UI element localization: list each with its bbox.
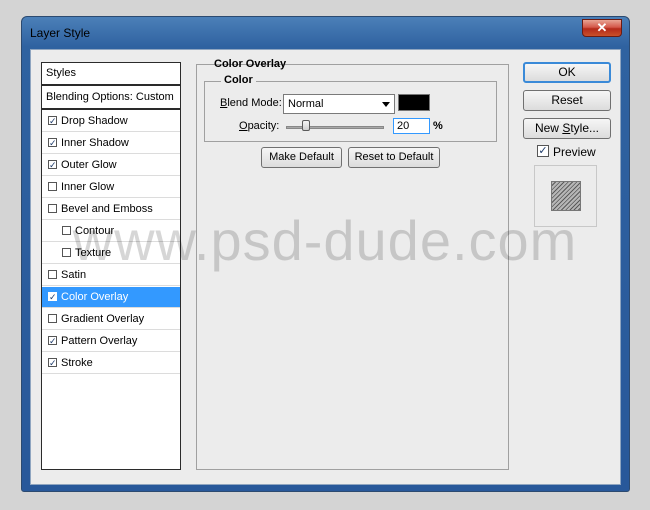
style-item-inner-glow[interactable]: Inner Glow: [42, 177, 180, 198]
style-item-label: Texture: [75, 247, 112, 259]
color-overlay-title: Color Overlay: [214, 58, 287, 70]
opacity-input[interactable]: 20: [393, 118, 430, 134]
style-item-label: Styles: [46, 67, 76, 79]
style-item-label: Stroke: [61, 357, 93, 369]
style-checkbox[interactable]: ✓: [48, 336, 57, 346]
opacity-label: Opacity:: [239, 120, 280, 132]
chevron-down-icon: [382, 102, 390, 107]
style-checkbox[interactable]: ✓: [48, 358, 57, 368]
style-item-contour[interactable]: Contour: [42, 221, 180, 242]
window-title: Layer Style: [30, 26, 91, 40]
style-item-stroke[interactable]: ✓ Stroke: [42, 353, 180, 374]
opacity-slider-thumb[interactable]: [302, 120, 310, 131]
style-checkbox[interactable]: ✓: [48, 160, 57, 170]
close-button[interactable]: ✕: [582, 19, 622, 37]
style-item-label: Outer Glow: [61, 159, 117, 171]
make-default-button[interactable]: Make Default: [261, 147, 342, 168]
style-item-drop-shadow[interactable]: ✓ Drop Shadow: [42, 111, 180, 132]
style-item-styles[interactable]: Styles: [42, 63, 180, 86]
style-checkbox[interactable]: ✓: [48, 116, 57, 126]
style-checkbox[interactable]: [48, 314, 57, 323]
style-item-inner-shadow[interactable]: ✓ Inner Shadow: [42, 133, 180, 154]
style-checkbox[interactable]: [62, 248, 71, 257]
style-item-color-overlay[interactable]: ✓ Color Overlay: [42, 287, 180, 308]
style-item-label: Bevel and Emboss: [61, 203, 153, 215]
style-item-label: Blending Options: Custom: [46, 91, 174, 103]
style-item-label: Gradient Overlay: [61, 313, 145, 325]
blend-mode-select[interactable]: Normal: [283, 94, 395, 114]
style-item-label: Inner Glow: [61, 181, 115, 193]
style-item-outer-glow[interactable]: ✓ Outer Glow: [42, 155, 180, 176]
style-item-satin[interactable]: Satin: [42, 265, 180, 286]
style-item-label: Color Overlay: [61, 291, 129, 303]
style-item-label: Satin: [61, 269, 87, 281]
opacity-slider-track[interactable]: [286, 126, 384, 129]
style-checkbox[interactable]: ✓: [48, 292, 57, 302]
style-checkbox[interactable]: [48, 270, 57, 279]
styles-list: Styles Blending Options: Custom ✓ Drop Shad…: [41, 62, 181, 470]
color-group-title: Color: [221, 74, 256, 86]
preview-label: Preview: [553, 145, 596, 159]
style-item-label: Pattern Overlay: [61, 335, 138, 347]
blend-mode-label: Blend Mode:: [220, 97, 282, 109]
title-bar: Layer Style ✕: [22, 17, 629, 49]
style-item-bevel-and-emboss[interactable]: Bevel and Emboss: [42, 199, 180, 220]
opacity-value: 20: [397, 120, 410, 132]
style-item-texture[interactable]: Texture: [42, 243, 180, 264]
style-item-label: Contour: [75, 225, 115, 237]
style-item-blending-options-custom[interactable]: Blending Options: Custom: [42, 87, 180, 110]
style-item-pattern-overlay[interactable]: ✓ Pattern Overlay: [42, 331, 180, 352]
style-preview: [534, 165, 597, 227]
ok-button[interactable]: OK: [523, 62, 611, 83]
style-checkbox[interactable]: ✓: [48, 138, 57, 148]
overlay-color-swatch[interactable]: [398, 94, 430, 111]
reset-button[interactable]: Reset: [523, 90, 611, 111]
preview-swatch: [551, 181, 581, 211]
style-checkbox[interactable]: [48, 182, 57, 191]
style-item-gradient-overlay[interactable]: Gradient Overlay: [42, 309, 180, 330]
new-style-button[interactable]: New Style...: [523, 118, 611, 139]
style-checkbox[interactable]: [48, 204, 57, 213]
opacity-unit: %: [433, 120, 443, 132]
style-item-label: Drop Shadow: [61, 115, 128, 127]
preview-checkbox[interactable]: ✓: [537, 145, 549, 157]
reset-to-default-button[interactable]: Reset to Default: [348, 147, 440, 168]
blend-mode-value: Normal: [288, 98, 324, 110]
close-icon: ✕: [596, 20, 608, 35]
style-item-label: Inner Shadow: [61, 137, 129, 149]
new-style-label: New Style...: [534, 121, 600, 135]
style-checkbox[interactable]: [62, 226, 71, 235]
